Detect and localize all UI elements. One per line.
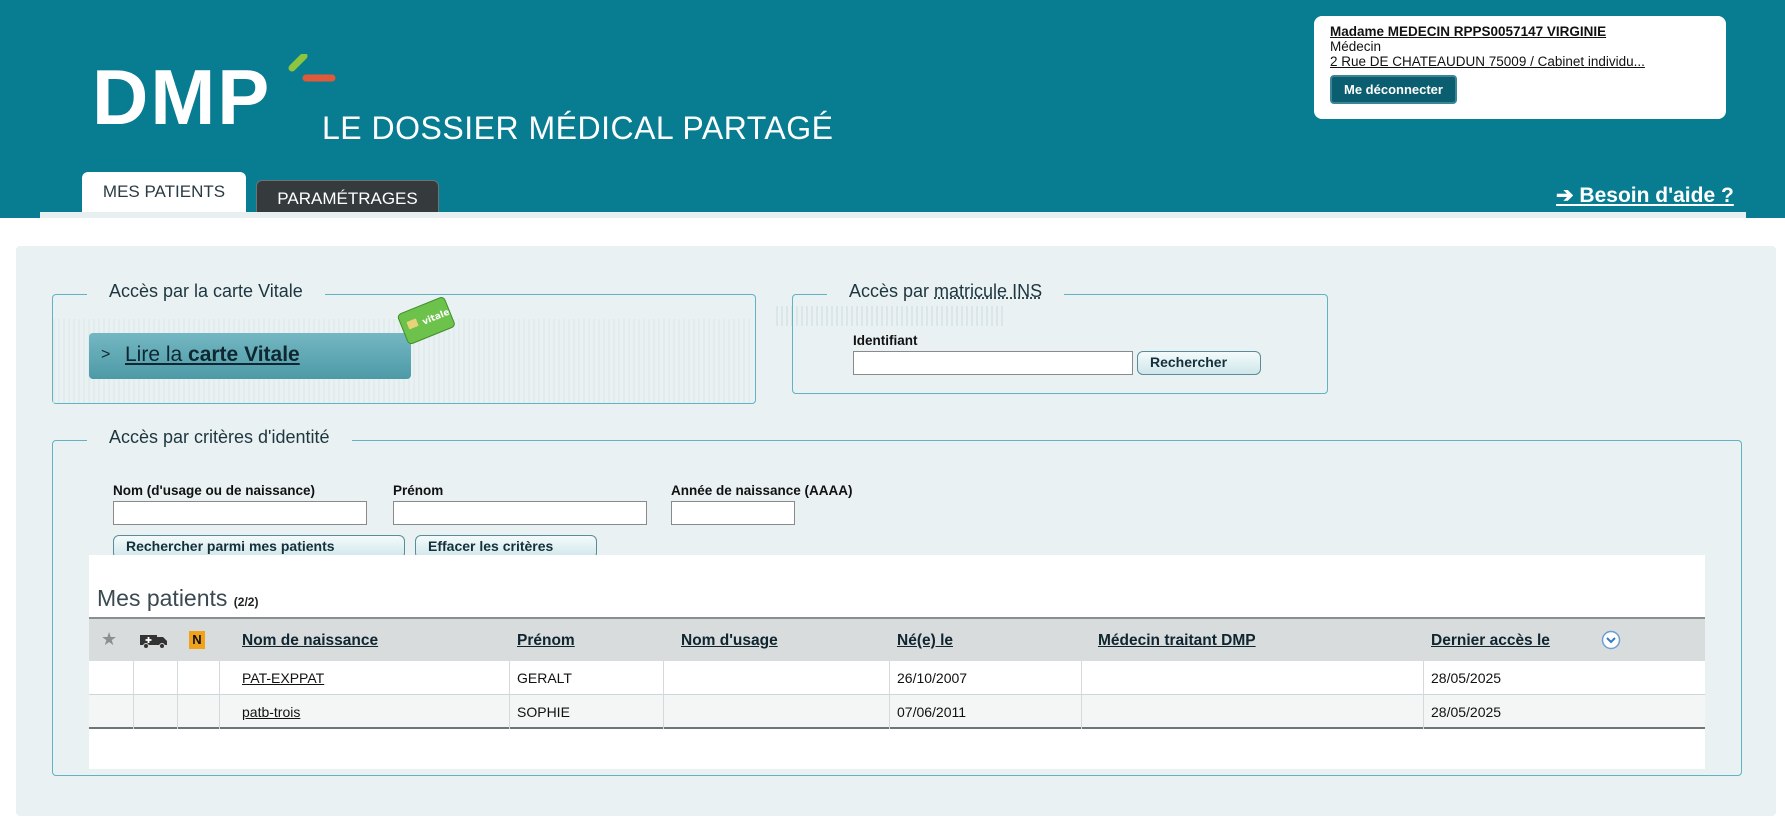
prenom-label: Prénom xyxy=(393,483,444,498)
annee-label: Année de naissance (AAAA) xyxy=(671,483,853,498)
dmp-logo: DMP xyxy=(92,53,272,141)
patients-results: Mes patients (2/2) ★ N Nom de naissance … xyxy=(89,555,1705,769)
patient-prenom: GERALT xyxy=(517,670,572,686)
patient-nom-link[interactable]: PAT-EXPPAT xyxy=(242,670,324,686)
nom-label: Nom (d'usage ou de naissance) xyxy=(113,483,316,498)
chevron-right-icon: > xyxy=(101,346,111,363)
vitale-access-section: Accès par la carte Vitale > Lire la cart… xyxy=(52,281,756,404)
identity-legend: Accès par critères d'identité xyxy=(87,427,352,448)
sort-down-icon[interactable] xyxy=(1601,630,1621,650)
patient-ne-le: 07/06/2011 xyxy=(897,704,967,720)
col-nom-naissance[interactable]: Nom de naissance xyxy=(242,632,378,650)
logo-accent-icon xyxy=(288,54,336,82)
ins-identifier-input[interactable] xyxy=(853,351,1133,375)
table-row[interactable]: PAT-EXPPAT GERALT 26/10/2007 28/05/2025 xyxy=(89,661,1705,695)
col-dernier-acces[interactable]: Dernier accès le xyxy=(1431,632,1550,650)
patient-nom-link[interactable]: patb-trois xyxy=(242,704,300,720)
ins-legend: Accès par matricule INS xyxy=(827,281,1065,302)
identity-access-section: Accès par critères d'identité Nom (d'usa… xyxy=(52,427,1742,776)
help-link[interactable]: ➔ Besoin d'aide ? xyxy=(1556,183,1734,208)
user-role: Médecin xyxy=(1330,39,1382,54)
star-icon[interactable]: ★ xyxy=(101,629,117,650)
patient-dernier-acces: 28/05/2025 xyxy=(1431,670,1502,686)
results-count: (2/2) xyxy=(233,595,259,609)
patient-ne-le: 26/10/2007 xyxy=(897,670,968,686)
app-header: DMP LE DOSSIER MÉDICAL PARTAGÉ Madame ME… xyxy=(0,0,1785,218)
col-prenom[interactable]: Prénom xyxy=(517,632,575,650)
read-vitale-card-button[interactable]: > Lire la carte Vitale xyxy=(89,333,411,379)
ins-identifier-label: Identifiant xyxy=(853,333,918,348)
annee-input[interactable] xyxy=(671,501,795,525)
main-panel: Accès par la carte Vitale > Lire la cart… xyxy=(16,246,1776,816)
header-divider xyxy=(40,212,1746,218)
user-name-link[interactable]: Madame MEDECIN RPPS0057147 VIRGINIE xyxy=(1330,24,1710,39)
nom-input[interactable] xyxy=(113,501,367,525)
read-vitale-label: Lire la carte Vitale xyxy=(125,343,300,366)
table-header: ★ N Nom de naissance Prénom Nom d'usage … xyxy=(89,617,1705,661)
vitale-card-icon: vitale xyxy=(397,297,455,345)
patient-prenom: SOPHIE xyxy=(517,704,570,720)
col-medecin-traitant[interactable]: Médecin traitant DMP xyxy=(1098,632,1256,650)
app-tagline: LE DOSSIER MÉDICAL PARTAGÉ xyxy=(322,110,834,146)
user-address-link[interactable]: 2 Rue DE CHATEAUDUN 75009 / Cabinet indi… xyxy=(1330,54,1710,69)
ins-search-button[interactable]: Rechercher xyxy=(1137,351,1261,375)
prenom-input[interactable] xyxy=(393,501,647,525)
ambulance-icon[interactable] xyxy=(139,631,169,649)
user-info-box: Madame MEDECIN RPPS0057147 VIRGINIE Méde… xyxy=(1314,16,1726,119)
patient-dernier-acces: 28/05/2025 xyxy=(1431,704,1502,720)
new-badge-icon[interactable]: N xyxy=(189,631,205,649)
table-row[interactable]: patb-trois SOPHIE 07/06/2011 28/05/2025 xyxy=(89,695,1705,729)
vitale-legend: Accès par la carte Vitale xyxy=(87,281,325,302)
col-nom-usage[interactable]: Nom d'usage xyxy=(681,632,778,650)
results-title: Mes patients (2/2) xyxy=(97,585,259,611)
ins-access-section: Accès par matricule INS Identifiant Rech… xyxy=(792,281,1328,394)
col-ne-le[interactable]: Né(e) le xyxy=(897,632,953,650)
logout-button[interactable]: Me déconnecter xyxy=(1330,75,1457,104)
